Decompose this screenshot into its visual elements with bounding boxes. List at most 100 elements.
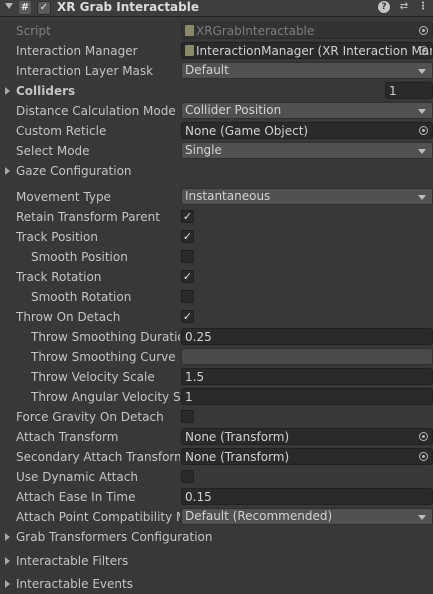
script-icon: #: [19, 1, 31, 14]
gaze-configuration-label[interactable]: Gaze Configuration: [16, 163, 276, 179]
attach-point-compat-mode-label: Attach Point Compatibility Mode: [16, 510, 180, 524]
component-header[interactable]: # ✓ XR Grab Interactable ? ⇄ ⋮: [0, 0, 433, 17]
movement-type-dropdown[interactable]: Instantaneous: [181, 188, 433, 205]
retain-transform-parent-row: Retain Transform Parent ✓: [0, 207, 433, 227]
interactable-events-foldout[interactable]: Interactable Events: [0, 574, 433, 594]
select-mode-dropdown[interactable]: Single: [181, 142, 433, 159]
script-field: XRGrabInteractable: [181, 22, 433, 39]
foldout-arrow-icon[interactable]: [5, 167, 10, 175]
throw-smoothing-duration-field[interactable]: 0.25: [181, 328, 433, 345]
smooth-rotation-label: Smooth Rotation: [31, 290, 132, 304]
script-asset-icon: [185, 25, 194, 36]
attach-transform-field[interactable]: None (Transform): [181, 428, 433, 445]
gaze-configuration-foldout[interactable]: Gaze Configuration: [0, 161, 433, 181]
interactable-filters-label[interactable]: Interactable Filters: [16, 553, 316, 569]
distance-calc-mode-dropdown[interactable]: Collider Position: [181, 102, 433, 119]
track-rotation-checkbox[interactable]: ✓: [181, 270, 194, 283]
component-enabled-checkbox[interactable]: ✓: [37, 1, 51, 15]
custom-reticle-label: Custom Reticle: [16, 124, 107, 138]
select-mode-row: Select Mode Single: [0, 141, 433, 161]
throw-smoothing-curve-field[interactable]: [181, 348, 433, 365]
throw-on-detach-checkbox[interactable]: ✓: [181, 310, 194, 323]
distance-calc-mode-row: Distance Calculation Mode Collider Posit…: [0, 101, 433, 121]
retain-transform-parent-label: Retain Transform Parent: [16, 210, 160, 224]
chevron-down-icon: [418, 69, 426, 74]
throw-angular-velocity-scale-row: Throw Angular Velocity Scale 1: [0, 387, 433, 407]
colliders-label[interactable]: Colliders: [16, 83, 180, 99]
force-gravity-on-detach-row: Force Gravity On Detach: [0, 407, 433, 427]
foldout-arrow-icon[interactable]: [5, 87, 10, 95]
object-picker-icon[interactable]: [419, 46, 428, 55]
interaction-layer-mask-label: Interaction Layer Mask: [16, 64, 154, 78]
throw-smoothing-curve-row: Throw Smoothing Curve: [0, 347, 433, 367]
throw-velocity-scale-field[interactable]: 1.5: [181, 368, 433, 385]
throw-velocity-scale-row: Throw Velocity Scale 1.5: [0, 367, 433, 387]
attach-ease-in-time-row: Attach Ease In Time 0.15: [0, 487, 433, 507]
interaction-manager-field[interactable]: InteractionManager (XR Interaction Manag…: [181, 42, 433, 59]
use-dynamic-attach-checkbox[interactable]: [181, 470, 194, 483]
preset-icon[interactable]: ⇄: [398, 1, 410, 13]
smooth-rotation-checkbox[interactable]: [181, 290, 194, 303]
attach-transform-row: Attach Transform None (Transform): [0, 427, 433, 447]
force-gravity-on-detach-checkbox[interactable]: [181, 410, 194, 423]
throw-on-detach-row: Throw On Detach ✓: [0, 307, 433, 327]
track-position-checkbox[interactable]: ✓: [181, 230, 194, 243]
track-position-label: Track Position: [16, 230, 98, 244]
foldout-arrow-icon[interactable]: [5, 533, 10, 541]
attach-ease-in-time-label: Attach Ease In Time: [16, 490, 136, 504]
colliders-row[interactable]: Colliders 1: [0, 81, 433, 101]
smooth-position-row: Smooth Position: [0, 247, 433, 267]
collapse-arrow-icon[interactable]: [5, 3, 13, 9]
distance-calc-mode-label: Distance Calculation Mode: [16, 104, 176, 118]
movement-type-label: Movement Type: [16, 190, 111, 204]
foldout-arrow-icon[interactable]: [5, 580, 10, 588]
chevron-down-icon: [418, 195, 426, 200]
help-icon[interactable]: ?: [378, 1, 390, 13]
use-dynamic-attach-row: Use Dynamic Attach: [0, 467, 433, 487]
use-dynamic-attach-label: Use Dynamic Attach: [16, 470, 138, 484]
object-picker-icon[interactable]: [419, 452, 428, 461]
grab-transformers-configuration-foldout[interactable]: Grab Transformers Configuration: [0, 527, 433, 547]
interaction-manager-label: Interaction Manager: [16, 44, 138, 58]
smooth-rotation-row: Smooth Rotation: [0, 287, 433, 307]
object-picker-icon[interactable]: [419, 126, 428, 135]
object-picker-icon: [419, 26, 428, 35]
interaction-manager-icon: [185, 45, 194, 56]
throw-angular-velocity-scale-field[interactable]: 1: [181, 388, 433, 405]
attach-ease-in-time-field[interactable]: 0.15: [181, 488, 433, 505]
throw-smoothing-curve-label: Throw Smoothing Curve: [31, 350, 176, 364]
interactable-filters-foldout[interactable]: Interactable Filters: [0, 551, 433, 571]
interactable-events-label[interactable]: Interactable Events: [16, 576, 316, 592]
throw-smoothing-duration-label: Throw Smoothing Duration: [31, 330, 180, 344]
interaction-layer-mask-dropdown[interactable]: Default: [181, 62, 433, 79]
colliders-count-field[interactable]: 1: [385, 82, 433, 99]
interaction-layer-mask-row: Interaction Layer Mask Default: [0, 61, 433, 81]
secondary-attach-transform-field[interactable]: None (Transform): [181, 448, 433, 465]
throw-velocity-scale-label: Throw Velocity Scale: [31, 370, 155, 384]
smooth-position-checkbox[interactable]: [181, 250, 194, 263]
chevron-down-icon: [418, 149, 426, 154]
track-rotation-row: Track Rotation ✓: [0, 267, 433, 287]
script-row: Script XRGrabInteractable: [0, 21, 433, 41]
script-label: Script: [16, 24, 51, 38]
select-mode-label: Select Mode: [16, 144, 90, 158]
track-rotation-label: Track Rotation: [16, 270, 102, 284]
custom-reticle-row: Custom Reticle None (Game Object): [0, 121, 433, 141]
more-options-icon[interactable]: ⋮: [417, 1, 429, 13]
custom-reticle-field[interactable]: None (Game Object): [181, 122, 433, 139]
chevron-down-icon: [418, 109, 426, 114]
object-picker-icon[interactable]: [419, 432, 428, 441]
chevron-down-icon: [418, 515, 426, 520]
attach-point-compat-mode-dropdown[interactable]: Default (Recommended): [181, 508, 433, 525]
foldout-arrow-icon[interactable]: [5, 557, 10, 565]
attach-transform-label: Attach Transform: [16, 430, 119, 444]
secondary-attach-transform-row: Secondary Attach Transform None (Transfo…: [0, 447, 433, 467]
grab-transformers-configuration-label[interactable]: Grab Transformers Configuration: [16, 529, 316, 545]
force-gravity-on-detach-label: Force Gravity On Detach: [16, 410, 164, 424]
retain-transform-parent-checkbox[interactable]: ✓: [181, 210, 194, 223]
throw-angular-velocity-scale-label: Throw Angular Velocity Scale: [31, 390, 180, 404]
smooth-position-label: Smooth Position: [31, 250, 128, 264]
secondary-attach-transform-label: Secondary Attach Transform: [16, 450, 180, 464]
throw-on-detach-label: Throw On Detach: [16, 310, 121, 324]
throw-smoothing-duration-row: Throw Smoothing Duration 0.25: [0, 327, 433, 347]
